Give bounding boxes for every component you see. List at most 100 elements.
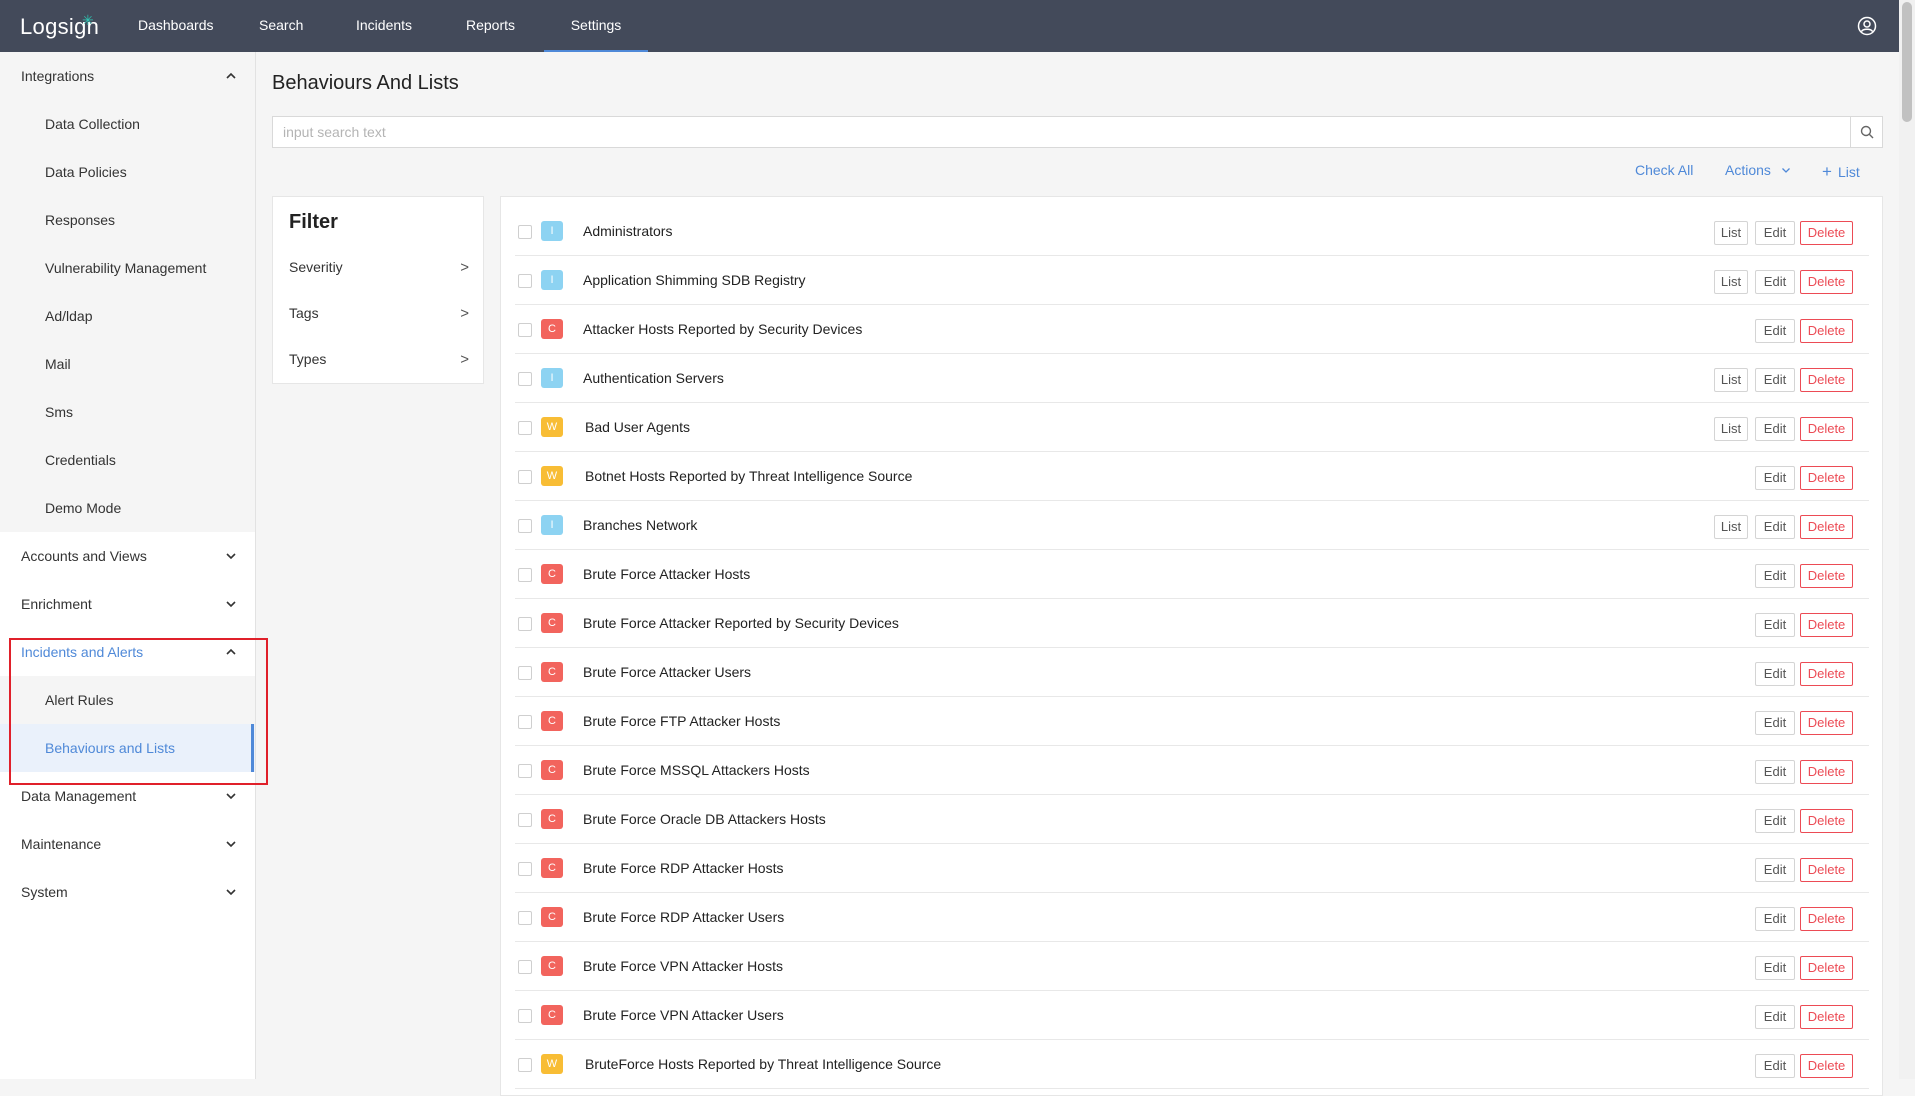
edit-button[interactable]: Edit xyxy=(1755,221,1795,245)
user-account-icon[interactable] xyxy=(1857,16,1877,36)
list-row[interactable]: C Brute Force FTP Attacker Hosts Edit Delet… xyxy=(515,697,1869,746)
delete-button[interactable]: Delete xyxy=(1800,760,1853,784)
sidebar-group-maintenance[interactable]: Maintenance xyxy=(0,820,255,868)
delete-button[interactable]: Delete xyxy=(1800,466,1853,490)
list-row[interactable]: W Botnet Hosts Reported by Threat Intelli… xyxy=(515,452,1869,501)
list-row[interactable]: C Brute Force RDP Attacker Hosts Edit Delet… xyxy=(515,844,1869,893)
actions-dropdown[interactable]: Actions xyxy=(1725,162,1791,178)
delete-button[interactable]: Delete xyxy=(1800,1054,1853,1078)
list-row[interactable]: C Brute Force Attacker Reported by Securi… xyxy=(515,599,1869,648)
search-input[interactable] xyxy=(273,117,1849,147)
edit-button[interactable]: Edit xyxy=(1755,711,1795,735)
search-button[interactable] xyxy=(1850,117,1882,147)
sidebar-item-credentials[interactable]: Credentials xyxy=(0,436,255,484)
delete-button[interactable]: Delete xyxy=(1800,515,1853,539)
row-checkbox[interactable] xyxy=(518,1058,532,1072)
row-checkbox[interactable] xyxy=(518,274,532,288)
list-row[interactable]: C Brute Force Attacker Hosts Edit Delete xyxy=(515,550,1869,599)
nav-search[interactable]: Search xyxy=(259,0,303,52)
filter-types[interactable]: Types > xyxy=(289,351,469,371)
delete-button[interactable]: Delete xyxy=(1800,858,1853,882)
row-checkbox[interactable] xyxy=(518,715,532,729)
list-row[interactable]: W BruteForce Hosts Reported by Threat Int… xyxy=(515,1040,1869,1089)
edit-button[interactable]: Edit xyxy=(1755,466,1795,490)
list-button[interactable]: List xyxy=(1714,515,1748,539)
delete-button[interactable]: Delete xyxy=(1800,564,1853,588)
edit-button[interactable]: Edit xyxy=(1755,319,1795,343)
nav-settings[interactable]: Settings xyxy=(544,0,648,52)
sidebar-item-data-collection[interactable]: Data Collection xyxy=(0,100,255,148)
delete-button[interactable]: Delete xyxy=(1800,319,1853,343)
row-checkbox[interactable] xyxy=(518,568,532,582)
list-row[interactable]: I Administrators List Edit Delete xyxy=(515,207,1869,256)
sidebar-item-ad-ldap[interactable]: Ad/ldap xyxy=(0,292,255,340)
edit-button[interactable]: Edit xyxy=(1755,515,1795,539)
edit-button[interactable]: Edit xyxy=(1755,368,1795,392)
edit-button[interactable]: Edit xyxy=(1755,564,1795,588)
list-row[interactable]: C Brute Force Oracle DB Attackers Hosts Ed… xyxy=(515,795,1869,844)
row-checkbox[interactable] xyxy=(518,470,532,484)
nav-dashboards[interactable]: Dashboards xyxy=(138,0,214,52)
list-row[interactable]: C Brute Force Attacker Users Edit Delete xyxy=(515,648,1869,697)
delete-button[interactable]: Delete xyxy=(1800,417,1853,441)
list-row[interactable]: C Brute Force MSSQL Attackers Hosts Edit De… xyxy=(515,746,1869,795)
row-checkbox[interactable] xyxy=(518,421,532,435)
delete-button[interactable]: Delete xyxy=(1800,270,1853,294)
delete-button[interactable]: Delete xyxy=(1800,711,1853,735)
delete-button[interactable]: Delete xyxy=(1800,221,1853,245)
row-checkbox[interactable] xyxy=(518,372,532,386)
edit-button[interactable]: Edit xyxy=(1755,1054,1795,1078)
row-checkbox[interactable] xyxy=(518,862,532,876)
list-row[interactable]: C Brute Force VPN Attacker Users Edit Delet… xyxy=(515,991,1869,1040)
edit-button[interactable]: Edit xyxy=(1755,956,1795,980)
edit-button[interactable]: Edit xyxy=(1755,1005,1795,1029)
sidebar-item-responses[interactable]: Responses xyxy=(0,196,255,244)
page-scrollbar[interactable] xyxy=(1899,0,1915,1079)
delete-button[interactable]: Delete xyxy=(1800,1005,1853,1029)
check-all-link[interactable]: Check All xyxy=(1635,162,1693,178)
sidebar-item-sms[interactable]: Sms xyxy=(0,388,255,436)
delete-button[interactable]: Delete xyxy=(1800,956,1853,980)
add-list-button[interactable]: + List xyxy=(1822,162,1860,182)
sidebar-item-vulnerability-management[interactable]: Vulnerability Management xyxy=(0,244,255,292)
list-row[interactable]: W Bad User Agents List Edit Delete xyxy=(515,403,1869,452)
delete-button[interactable]: Delete xyxy=(1800,662,1853,686)
sidebar-group-accounts-and-views[interactable]: Accounts and Views xyxy=(0,532,255,580)
row-checkbox[interactable] xyxy=(518,1009,532,1023)
row-checkbox[interactable] xyxy=(518,225,532,239)
list-row[interactable]: I Branches Network List Edit Delete xyxy=(515,501,1869,550)
delete-button[interactable]: Delete xyxy=(1800,613,1853,637)
sidebar-item-demo-mode[interactable]: Demo Mode xyxy=(0,484,255,532)
list-row[interactable]: I Authentication Servers List Edit Delete xyxy=(515,354,1869,403)
edit-button[interactable]: Edit xyxy=(1755,417,1795,441)
row-checkbox[interactable] xyxy=(518,764,532,778)
delete-button[interactable]: Delete xyxy=(1800,368,1853,392)
sidebar-item-mail[interactable]: Mail xyxy=(0,340,255,388)
list-button[interactable]: List xyxy=(1714,368,1748,392)
edit-button[interactable]: Edit xyxy=(1755,907,1795,931)
list-button[interactable]: List xyxy=(1714,221,1748,245)
nav-incidents[interactable]: Incidents xyxy=(356,0,412,52)
sidebar-group-system[interactable]: System xyxy=(0,868,255,916)
list-row[interactable]: C Brute Force RDP Attacker Users Edit Delet… xyxy=(515,893,1869,942)
nav-reports[interactable]: Reports xyxy=(466,0,515,52)
list-row[interactable]: C Attacker Hosts Reported by Security Dev… xyxy=(515,305,1869,354)
edit-button[interactable]: Edit xyxy=(1755,613,1795,637)
edit-button[interactable]: Edit xyxy=(1755,662,1795,686)
edit-button[interactable]: Edit xyxy=(1755,858,1795,882)
row-checkbox[interactable] xyxy=(518,911,532,925)
row-checkbox[interactable] xyxy=(518,813,532,827)
sidebar-group-integrations[interactable]: Integrations xyxy=(0,52,255,100)
sidebar-item-data-policies[interactable]: Data Policies xyxy=(0,148,255,196)
filter-tags[interactable]: Tags > xyxy=(289,305,469,325)
list-button[interactable]: List xyxy=(1714,270,1748,294)
scrollbar-thumb[interactable] xyxy=(1902,2,1912,122)
list-row[interactable]: I Application Shimming SDB Registry List Ed… xyxy=(515,256,1869,305)
row-checkbox[interactable] xyxy=(518,323,532,337)
row-checkbox[interactable] xyxy=(518,960,532,974)
list-row[interactable]: C Brute Force VPN Attacker Hosts Edit Delet… xyxy=(515,942,1869,991)
row-checkbox[interactable] xyxy=(518,666,532,680)
delete-button[interactable]: Delete xyxy=(1800,907,1853,931)
row-checkbox[interactable] xyxy=(518,617,532,631)
row-checkbox[interactable] xyxy=(518,519,532,533)
